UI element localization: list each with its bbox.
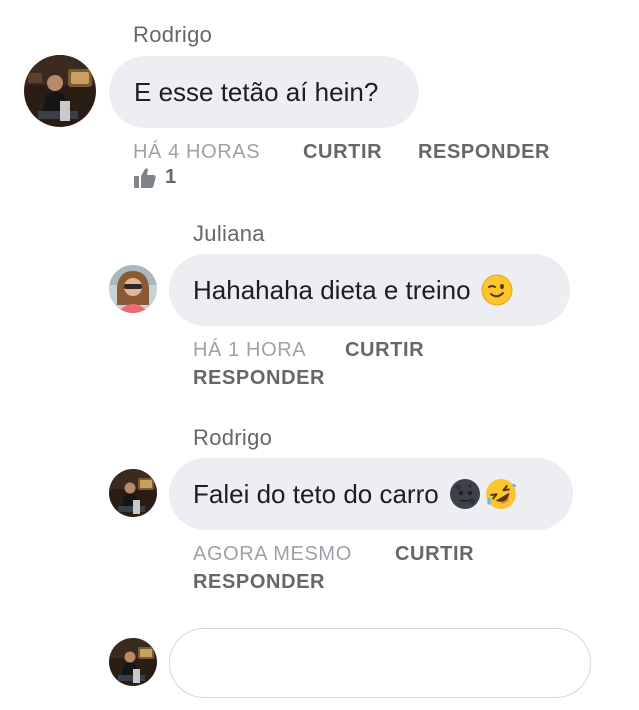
like-button[interactable]: CURTIR (303, 141, 382, 164)
like-button[interactable]: CURTIR (395, 543, 474, 566)
comment-timestamp[interactable]: HÁ 1 HORA (193, 339, 306, 362)
comment-timestamp[interactable]: AGORA MESMO (193, 543, 352, 566)
rolling-on-floor-laughing-icon (485, 478, 517, 510)
avatar (109, 638, 157, 686)
new-moon-face-icon (449, 478, 481, 510)
avatar[interactable] (109, 469, 157, 517)
reply-button[interactable]: RESPONDER (418, 141, 550, 164)
comment-bubble: E esse tetão aí hein? (109, 56, 419, 128)
comment-text: Falei do teto do carro (193, 478, 439, 509)
comment-text: E esse tetão aí hein? (134, 76, 379, 107)
comment-thread: Rodrigo E esse tetão aí hein? HÁ 4 HORAS… (0, 0, 639, 710)
like-button[interactable]: CURTIR (345, 339, 424, 362)
reply-button[interactable]: RESPONDER (193, 571, 325, 594)
avatar[interactable] (109, 265, 157, 313)
winking-face-icon (481, 274, 513, 306)
like-count-value: 1 (165, 166, 177, 188)
avatar[interactable] (24, 55, 96, 127)
reply-button[interactable]: RESPONDER (193, 367, 325, 390)
reply-input[interactable] (169, 628, 591, 698)
comment-text: Hahahaha dieta e treino (193, 274, 471, 305)
comment-author[interactable]: Juliana (193, 221, 265, 247)
comment-bubble: Hahahaha dieta e treino (169, 254, 570, 326)
comment-author[interactable]: Rodrigo (193, 425, 272, 451)
comment-author[interactable]: Rodrigo (133, 22, 212, 48)
comment-timestamp[interactable]: HÁ 4 HORAS (133, 141, 260, 164)
like-count[interactable]: 1 (133, 166, 176, 189)
thumbs-up-icon (133, 167, 157, 189)
comment-bubble: Falei do teto do carro (169, 458, 573, 530)
